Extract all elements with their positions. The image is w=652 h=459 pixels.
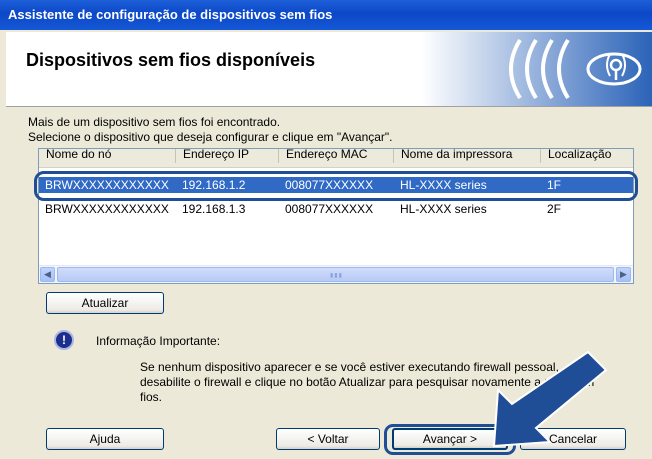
info-title: Informação Importante: <box>96 334 221 348</box>
wireless-icon <box>422 32 652 106</box>
horizontal-scrollbar[interactable]: ◀ ▮▮▮ ▶ <box>39 265 633 283</box>
device-list-header: Nome do nó Endereço IP Endereço MAC Nome… <box>39 149 633 168</box>
title-bar: Assistente de configuração de dispositiv… <box>0 0 652 30</box>
instruction-line-1: Mais de um dispositivo sem fios foi enco… <box>28 115 281 129</box>
help-button[interactable]: Ajuda <box>46 428 164 450</box>
cancel-button[interactable]: Cancelar <box>520 428 626 450</box>
wizard-header: Dispositivos sem fios disponíveis <box>6 32 652 107</box>
cell-ip: 192.168.1.2 <box>182 178 246 192</box>
device-row[interactable]: BRWXXXXXXXXXXXX 192.168.1.3 008077XXXXXX… <box>39 201 633 217</box>
instruction-line-2: Selecione o dispositivo que deseja confi… <box>28 130 393 144</box>
cell-printer: HL-XXXX series <box>400 178 487 192</box>
next-button[interactable]: Avançar > <box>392 428 508 450</box>
info-text: Se nenhum dispositivo aparecer e se você… <box>140 360 595 404</box>
column-node-name[interactable]: Nome do nó <box>39 149 176 163</box>
scrollbar-thumb[interactable]: ▮▮▮ <box>57 267 614 282</box>
cell-mac: 008077XXXXXX <box>285 178 374 192</box>
instructions: Mais de um dispositivo sem fios foi enco… <box>28 115 393 145</box>
device-list[interactable]: Nome do nó Endereço IP Endereço MAC Nome… <box>38 148 634 284</box>
column-mac-address[interactable]: Endereço MAC <box>279 149 394 163</box>
cell-printer: HL-XXXX series <box>400 202 487 216</box>
cell-location: 1F <box>547 178 562 192</box>
cell-ip: 192.168.1.3 <box>182 202 246 216</box>
scroll-right-icon[interactable]: ▶ <box>616 267 631 282</box>
window-title: Assistente de configuração de dispositiv… <box>8 7 333 22</box>
wizard-window: Assistente de configuração de dispositiv… <box>0 0 652 459</box>
page-title: Dispositivos sem fios disponíveis <box>26 50 316 70</box>
back-button[interactable]: < Voltar <box>276 428 380 450</box>
column-ip-address[interactable]: Endereço IP <box>176 149 279 163</box>
cell-location: 2F <box>547 202 562 216</box>
refresh-button[interactable]: Atualizar <box>46 292 164 314</box>
cell-node: BRWXXXXXXXXXXXX <box>45 178 169 192</box>
scroll-left-icon[interactable]: ◀ <box>40 267 55 282</box>
cell-mac: 008077XXXXXX <box>285 202 374 216</box>
exclamation-icon: ! <box>54 330 74 350</box>
device-row-selected[interactable]: BRWXXXXXXXXXXXX 192.168.1.2 008077XXXXXX… <box>39 177 633 193</box>
column-printer-name[interactable]: Nome da impressora <box>394 149 541 163</box>
cell-node: BRWXXXXXXXXXXXX <box>45 202 169 216</box>
column-location[interactable]: Localização <box>541 149 633 163</box>
